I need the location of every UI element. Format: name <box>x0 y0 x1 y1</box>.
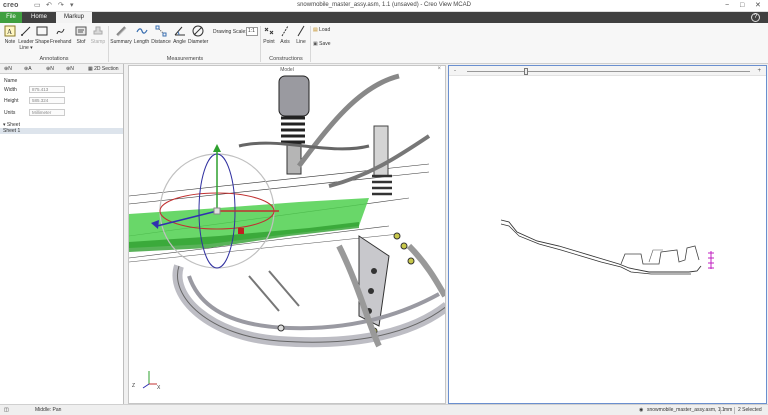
shape-button[interactable]: Shape <box>35 25 49 45</box>
drawing-scale-input[interactable]: 1:1 <box>246 27 258 36</box>
help-icon[interactable]: ? <box>751 13 760 22</box>
divider <box>734 407 735 414</box>
zoom-bar: - + <box>449 66 766 76</box>
axis-icon <box>281 25 289 37</box>
ribbon: A Note Leader Line ▾ Shape Freehand Stof… <box>0 23 768 64</box>
freehand-button[interactable]: Freehand <box>50 25 71 45</box>
group-divider <box>260 26 261 62</box>
note-button[interactable]: A Note <box>2 25 18 45</box>
zoom-out-button[interactable]: - <box>454 66 456 76</box>
leader-line-icon <box>21 26 31 36</box>
mouse-mode-icon: ◫ <box>4 407 9 413</box>
view-triad: Z X <box>132 371 161 391</box>
note-icon: A <box>4 25 16 37</box>
panel-tab-3[interactable]: ⊕N <box>46 65 54 73</box>
zoom-slider-track[interactable] <box>467 71 750 72</box>
selection-status: 2 Selected <box>738 407 762 413</box>
panel-tabs: ⊕N ⊛A ⊕N ⊛N ▦ 2D Section <box>0 64 123 74</box>
panel-tab-2[interactable]: ⊛A <box>24 65 32 73</box>
load-button[interactable]: ▤ Load <box>313 27 330 33</box>
distance-icon <box>155 25 167 37</box>
line-button[interactable]: Line <box>294 25 308 45</box>
summary-icon <box>116 26 127 37</box>
stamp-button[interactable]: Stamp <box>90 25 106 45</box>
save-icon: ▣ <box>313 41 318 47</box>
section-marker <box>708 251 714 269</box>
line-icon <box>297 25 305 37</box>
tab-file[interactable]: File <box>0 12 22 23</box>
stamp-icon <box>93 26 103 35</box>
ribbon-tabs: File Home Markup ? <box>0 12 768 24</box>
point-icon <box>264 27 274 35</box>
status-bar: ◫ Middle: Pan ◉ snowmobile_master_assy.a… <box>0 404 768 415</box>
snowmobile-3d-model[interactable]: Z X <box>129 66 445 403</box>
point-button[interactable]: Point <box>262 25 276 45</box>
sheet-list-item[interactable]: Sheet 1 <box>0 128 123 134</box>
units-label: Units <box>4 110 16 116</box>
angle-icon <box>174 26 185 36</box>
units-field[interactable]: Millimeter <box>29 109 65 116</box>
divider <box>720 407 721 414</box>
save-button[interactable]: ▣ Save <box>313 41 331 47</box>
drawing-viewport[interactable]: - + <box>448 65 767 404</box>
width-label: Width <box>4 87 17 93</box>
drawing-scale-label: Drawing Scale: <box>213 29 247 35</box>
units-status: mm <box>724 407 733 413</box>
properties-panel: ⊕N ⊛A ⊕N ⊛N ▦ 2D Section Name Width 875.… <box>0 64 124 404</box>
distance-button[interactable]: Distance <box>151 25 171 45</box>
svg-text:A: A <box>7 28 12 36</box>
mouse-mode-status: Middle: Pan <box>35 407 62 413</box>
name-label: Name <box>4 78 18 84</box>
leader-line-button[interactable]: Leader Line ▾ <box>18 25 34 51</box>
shape-icon <box>36 26 48 36</box>
load-icon: ▤ <box>313 27 318 33</box>
zoom-slider-handle[interactable] <box>523 68 528 75</box>
angle-button[interactable]: Angle <box>172 25 187 45</box>
width-field[interactable]: 875.413 <box>29 86 65 93</box>
summary-button[interactable]: Summary <box>110 25 132 45</box>
constructions-group-label: Constructions <box>269 56 303 62</box>
maximize-button[interactable]: □ <box>740 1 744 10</box>
zoom-in-button[interactable]: + <box>757 66 761 76</box>
group-divider <box>108 26 109 62</box>
diameter-icon <box>192 25 204 37</box>
tab-home[interactable]: Home <box>24 12 54 23</box>
stof-icon <box>75 26 87 36</box>
window-title: snowmobile_master_assy.asm, 1.1 (unsaved… <box>297 2 471 8</box>
file-status: snowmobile_master_assy.asm, 1.1 <box>647 407 725 413</box>
measurements-group-label: Measurements <box>166 56 204 62</box>
height-field[interactable]: 585.324 <box>29 97 65 104</box>
freehand-icon <box>56 28 64 35</box>
diameter-button[interactable]: Diameter <box>188 25 208 45</box>
group-divider <box>310 26 311 62</box>
svg-text:X: X <box>157 385 161 391</box>
model-viewport[interactable]: Model × Z X <box>128 65 446 404</box>
height-label: Height <box>4 98 19 104</box>
annotations-group-label: Annotations <box>39 56 69 62</box>
length-button[interactable]: Length <box>133 25 150 45</box>
2d-section-drawing[interactable] <box>449 76 766 403</box>
panel-tab-1[interactable]: ⊕N <box>4 65 12 73</box>
close-button[interactable]: ✕ <box>755 1 761 10</box>
panel-tab-2d-section[interactable]: ▦ 2D Section <box>88 65 119 73</box>
length-icon <box>135 28 148 34</box>
stof-button[interactable]: Stof <box>73 25 89 45</box>
minimize-button[interactable]: − <box>725 1 729 10</box>
axis-button[interactable]: Axis <box>278 25 292 45</box>
svg-text:Z: Z <box>132 383 135 389</box>
file-icon: ◉ <box>639 407 644 413</box>
creo-view-window: creo ▭ ↶ ↷ ▾ snowmobile_master_assy.asm,… <box>0 0 768 415</box>
panel-tab-4[interactable]: ⊛N <box>66 65 74 73</box>
title-bar: creo ▭ ↶ ↷ ▾ snowmobile_master_assy.asm,… <box>0 0 768 12</box>
